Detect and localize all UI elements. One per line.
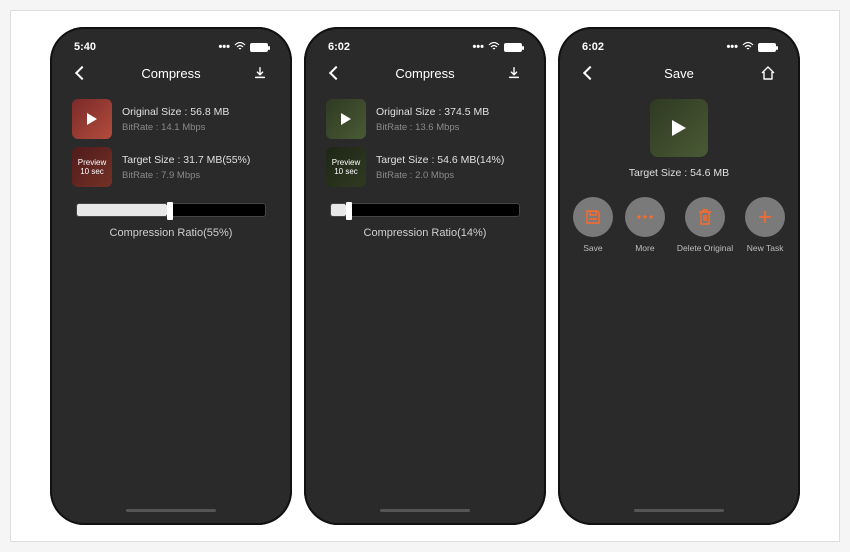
- preview-badge-text: Preview: [332, 158, 360, 167]
- wifi-icon: [488, 42, 500, 52]
- preview-thumbnail[interactable]: Preview 10 sec: [326, 147, 366, 187]
- plus-icon: [757, 209, 773, 225]
- result-target-size: Target Size : 54.6 MB: [629, 167, 729, 179]
- new-task-button[interactable]: [745, 197, 785, 237]
- page-title: Compress: [395, 66, 454, 81]
- home-indicator[interactable]: [380, 509, 470, 512]
- home-icon: [760, 66, 776, 80]
- action-label: More: [635, 243, 654, 253]
- target-size-label: Target Size : 31.7 MB(55%): [122, 154, 250, 166]
- preview-badge-text: Preview: [78, 158, 106, 167]
- target-row: Preview 10 sec Target Size : 31.7 MB(55%…: [58, 139, 284, 187]
- target-bitrate-label: BitRate : 7.9 Mbps: [122, 170, 250, 181]
- preview-thumbnail[interactable]: Preview 10 sec: [72, 147, 112, 187]
- clock: 5:40: [74, 41, 96, 53]
- compression-ratio-label: Compression Ratio(55%): [76, 227, 266, 239]
- preview-duration: 10 sec: [334, 167, 358, 176]
- action-label: Save: [583, 243, 602, 253]
- action-label: Delete Original: [677, 243, 733, 253]
- back-button[interactable]: [72, 63, 92, 83]
- page-title: Compress: [141, 66, 200, 81]
- original-row: Original Size : 56.8 MB BitRate : 14.1 M…: [58, 91, 284, 139]
- nav-header: Compress: [312, 55, 538, 91]
- clock: 6:02: [328, 41, 350, 53]
- back-button[interactable]: [580, 63, 600, 83]
- action-label: New Task: [747, 243, 784, 253]
- phone-mockup: 6:02 ••• Compress Original Size : 374.5 …: [304, 27, 546, 525]
- nav-header: Save: [566, 55, 792, 91]
- result-video-thumbnail[interactable]: [650, 99, 708, 157]
- app-screenshots-frame: 5:40 ••• Compress Original Size : 56.8 M…: [10, 10, 840, 542]
- home-indicator[interactable]: [634, 509, 724, 512]
- original-bitrate-label: BitRate : 13.6 Mbps: [376, 122, 489, 133]
- wifi-icon: [742, 42, 754, 52]
- phone-mockup: 5:40 ••• Compress Original Size : 56.8 M…: [50, 27, 292, 525]
- status-icons: •••: [472, 41, 522, 53]
- status-bar: 6:02 •••: [312, 35, 538, 55]
- original-row: Original Size : 374.5 MB BitRate : 13.6 …: [312, 91, 538, 139]
- original-bitrate-label: BitRate : 14.1 Mbps: [122, 122, 229, 133]
- page-title: Save: [664, 66, 694, 81]
- download-icon: [253, 66, 267, 80]
- signal-icon: •••: [218, 41, 230, 53]
- delete-original-button[interactable]: [685, 197, 725, 237]
- download-button[interactable]: [250, 63, 270, 83]
- wifi-icon: [234, 42, 246, 52]
- download-button[interactable]: [504, 63, 524, 83]
- more-icon: [636, 214, 654, 220]
- slider-fill: [77, 204, 167, 216]
- save-action-button[interactable]: [573, 197, 613, 237]
- video-thumbnail[interactable]: [326, 99, 366, 139]
- status-bar: 5:40 •••: [58, 35, 284, 55]
- target-bitrate-label: BitRate : 2.0 Mbps: [376, 170, 504, 181]
- clock: 6:02: [582, 41, 604, 53]
- play-icon: [87, 113, 97, 125]
- battery-icon: [758, 43, 776, 52]
- video-thumbnail[interactable]: [72, 99, 112, 139]
- compression-slider[interactable]: [76, 203, 266, 217]
- slider-thumb[interactable]: [167, 202, 173, 220]
- original-size-label: Original Size : 56.8 MB: [122, 106, 229, 118]
- slider-thumb[interactable]: [346, 202, 352, 220]
- more-action-button[interactable]: [625, 197, 665, 237]
- save-icon: [584, 208, 602, 226]
- nav-header: Compress: [58, 55, 284, 91]
- target-size-label: Target Size : 54.6 MB(14%): [376, 154, 504, 166]
- home-indicator[interactable]: [126, 509, 216, 512]
- signal-icon: •••: [726, 41, 738, 53]
- status-icons: •••: [726, 41, 776, 53]
- signal-icon: •••: [472, 41, 484, 53]
- play-icon: [341, 113, 351, 125]
- slider-fill: [331, 204, 346, 216]
- home-button[interactable]: [758, 63, 778, 83]
- trash-icon: [697, 208, 713, 226]
- original-size-label: Original Size : 374.5 MB: [376, 106, 489, 118]
- action-row: Save More Delete Original: [573, 197, 785, 253]
- play-icon: [672, 120, 686, 136]
- compression-slider[interactable]: [330, 203, 520, 217]
- status-icons: •••: [218, 41, 268, 53]
- battery-icon: [504, 43, 522, 52]
- target-row: Preview 10 sec Target Size : 54.6 MB(14%…: [312, 139, 538, 187]
- battery-icon: [250, 43, 268, 52]
- download-icon: [507, 66, 521, 80]
- compression-ratio-label: Compression Ratio(14%): [330, 227, 520, 239]
- phone-mockup: 6:02 ••• Save Target Size : 54.6 MB: [558, 27, 800, 525]
- status-bar: 6:02 •••: [566, 35, 792, 55]
- back-button[interactable]: [326, 63, 346, 83]
- preview-duration: 10 sec: [80, 167, 104, 176]
